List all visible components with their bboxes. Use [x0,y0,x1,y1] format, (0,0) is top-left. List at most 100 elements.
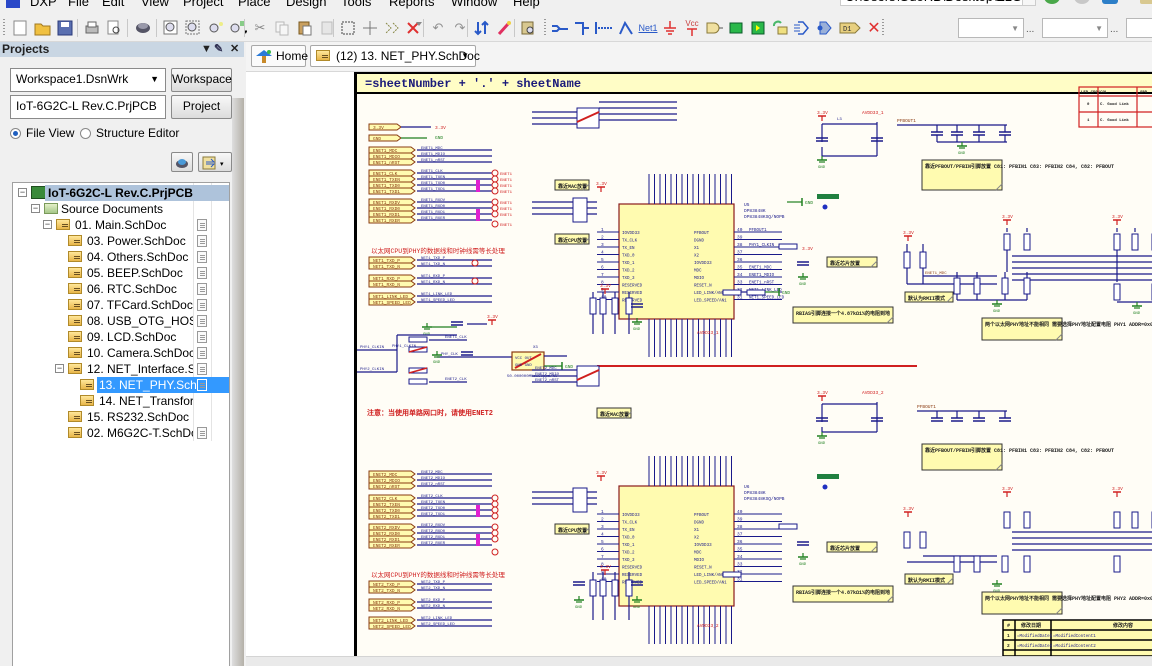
menu-tools[interactable]: Tools [341,0,371,9]
menu-file[interactable]: File [68,0,89,9]
cut-icon[interactable]: ✂ [250,18,270,38]
select-area-icon[interactable] [338,18,358,38]
file-view-radio[interactable] [10,128,21,139]
home-nav-icon[interactable] [1102,0,1118,4]
deselect-icon[interactable] [382,18,402,38]
tree-item[interactable]: 03. Power.SchDoc [13,233,229,249]
menu-design[interactable]: Design [286,0,326,9]
sheet-entry-icon[interactable] [748,18,768,38]
panel-menu-icon[interactable]: ▼ [201,42,212,57]
back-icon[interactable] [1044,0,1060,4]
component-icon[interactable] [133,18,153,38]
horizontal-scrollbar[interactable] [246,656,1152,666]
path-combo[interactable]: C:\Users\GuoRB\Desktop\ZLG- [840,0,1024,6]
pin-icon[interactable]: ✎ [214,42,223,57]
zoom-selected-icon[interactable] [206,18,226,38]
tree-item[interactable]: 05. BEEP.SchDoc [13,265,229,281]
toolbar-combo-1[interactable]: ▼ [958,18,1024,38]
open-icon[interactable] [33,18,53,38]
menu-dxp[interactable]: DXP [30,0,57,9]
tab-dropdown-icon[interactable]: ▼ [461,46,469,66]
rubber-stamp-icon[interactable] [317,18,337,38]
tree-row-folder[interactable]: − Source Documents [13,201,229,217]
move-icon[interactable] [360,18,380,38]
tree-item[interactable]: 13. NET_PHY.SchD [13,377,229,393]
hierarchy-icon[interactable] [472,18,492,38]
workspace-combo[interactable]: Workspace1.DsnWrk ▼ [10,68,166,92]
tree-row-project[interactable]: − IoT-6G2C-L Rev.C.PrjPCB [13,185,229,201]
directive-icon[interactable]: D1 [838,18,862,38]
gnd-port-icon[interactable] [660,18,680,38]
zoom-fit-icon[interactable] [161,18,181,38]
schematic-canvas[interactable]: =sheetNumber + '.' + sheetName 3.3V 3.3V G… [246,72,1152,656]
browse-library-icon[interactable] [518,18,538,38]
tree-item[interactable]: 08. USB_OTG_HOST. [13,313,229,329]
menu-project[interactable]: Project [183,0,223,9]
workspace-button[interactable]: Workspace [171,68,232,92]
print-preview-icon[interactable] [104,18,124,38]
path-dropdown-icon[interactable]: ▼ [1022,0,1036,6]
forward-icon[interactable] [1074,0,1090,4]
off-sheet-icon[interactable] [814,18,834,38]
panel-scrollbar[interactable] [232,98,244,666]
tree-item[interactable]: − 12. NET_Interface.Sch [13,361,229,377]
project-options-button[interactable]: ▾ [198,152,232,172]
bus-icon[interactable] [572,18,592,38]
structure-editor-radio[interactable] [80,128,91,139]
paste-icon[interactable] [295,18,315,38]
toolbar-combo-2-dots[interactable]: ... [1110,24,1118,35]
net-label-icon[interactable] [616,18,636,38]
device-sheet-icon[interactable] [770,18,790,38]
menu-edit[interactable]: Edit [102,0,124,9]
tree-item[interactable]: 10. Camera.SchDoc [13,345,229,361]
tab-home[interactable]: Home [251,45,308,67]
save-icon[interactable] [55,18,75,38]
workspace-dropdown-icon[interactable]: ▼ [150,74,159,84]
bus-entry-icon[interactable] [594,18,614,38]
tree-item[interactable]: − 01. Main.SchDoc [13,217,229,233]
menu-reports[interactable]: Reports [389,0,435,9]
toolbar-combo-3[interactable] [1126,18,1152,38]
toolbar-combo-1-dots[interactable]: ... [1026,24,1034,35]
tree-item[interactable]: 06. RTC.SchDoc [13,281,229,297]
tree-item[interactable]: 07. TFCard.SchDoc [13,297,229,313]
collapse-icon[interactable]: − [55,364,64,373]
net-label-text-icon[interactable]: Net1 [638,18,658,38]
new-document-icon[interactable] [10,18,30,38]
close-panel-icon[interactable]: ✕ [230,42,239,57]
print-icon[interactable] [82,18,102,38]
zoom-filter-icon[interactable]: ▾ [228,18,248,38]
tree-item[interactable]: 04. Others.SchDoc [13,249,229,265]
tab-net-phy[interactable]: (12) 13. NET_PHY.SchDoc ▼ [310,45,480,67]
tree-item[interactable]: 15. RS232.SchDoc [13,409,229,425]
part-icon[interactable] [704,18,724,38]
menu-help[interactable]: Help [513,0,540,9]
collapse-icon[interactable]: − [31,204,40,213]
clear-filter-icon[interactable] [404,18,424,38]
tree-item[interactable]: 14. NET_Transforme [13,393,229,409]
sheet-symbol-icon[interactable] [726,18,746,38]
gnd-label: GND [818,166,826,170]
tree-item[interactable]: 09. LCD.SchDoc [13,329,229,345]
schematic-sheet[interactable]: =sheetNumber + '.' + sheetName 3.3V 3.3V G… [354,72,1152,656]
extra-icon[interactable] [1140,0,1152,4]
compile-button[interactable] [171,152,193,172]
copy-icon[interactable] [272,18,292,38]
tree-item[interactable]: 02. M6G2C-T.SchDoc [13,425,229,441]
toolbar-combo-2[interactable]: ▼ [1042,18,1108,38]
zoom-area-icon[interactable] [183,18,203,38]
resistor [1113,283,1121,301]
menu-view[interactable]: View [141,0,169,9]
collapse-icon[interactable]: − [43,220,52,229]
cross-probe-icon[interactable] [494,18,514,38]
no-erc-icon[interactable]: ✕ [864,18,884,38]
project-button[interactable]: Project [171,95,232,119]
menu-window[interactable]: Window [451,0,497,9]
port-icon[interactable] [792,18,812,38]
project-field[interactable]: IoT-6G2C-L Rev.C.PrjPCB [10,95,166,119]
menu-place[interactable]: Place [238,0,271,9]
vcc-port-icon[interactable]: Vcc [682,18,702,38]
undo-icon[interactable]: ↶ [428,18,448,38]
collapse-icon[interactable]: − [18,188,27,197]
wire-icon[interactable] [550,18,570,38]
